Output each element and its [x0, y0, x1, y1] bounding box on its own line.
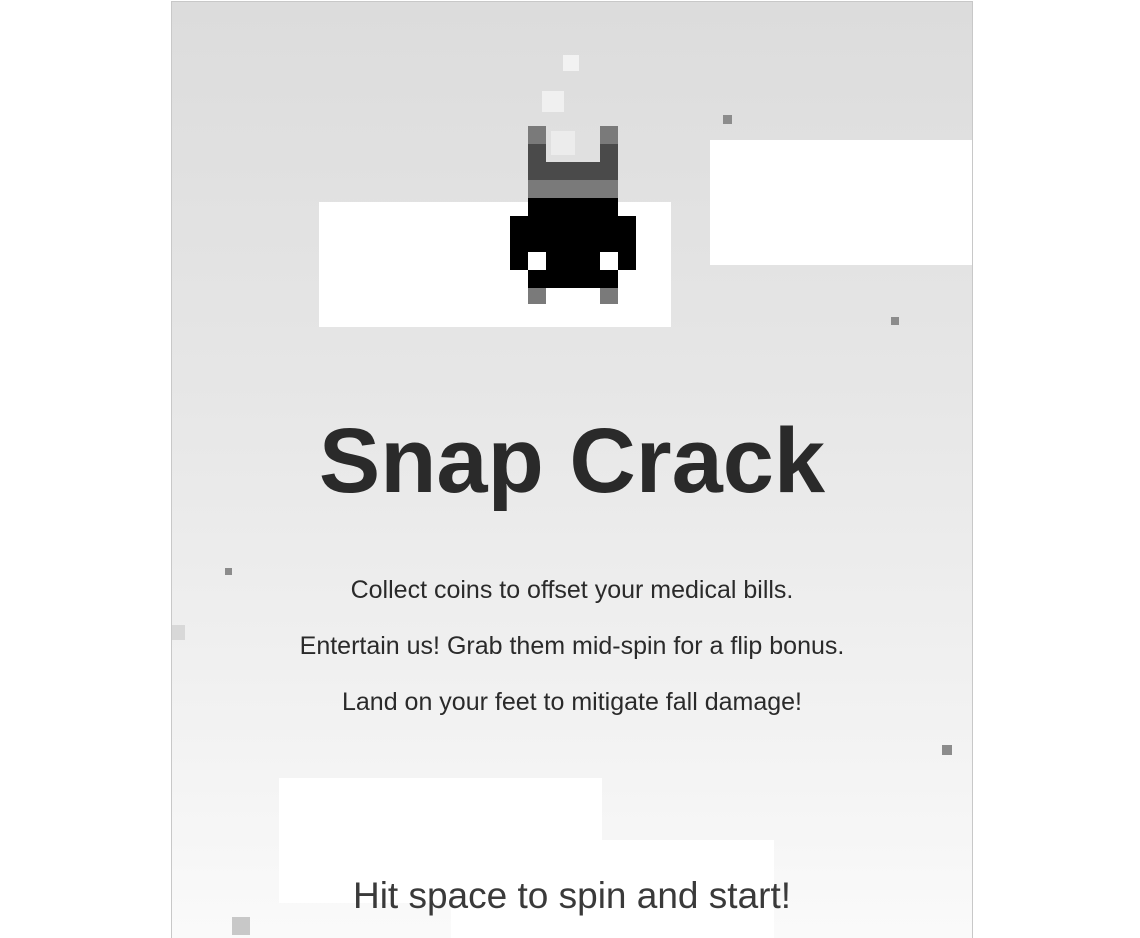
- particle: [563, 55, 579, 71]
- pixel-character-icon: [510, 125, 636, 305]
- particle: [942, 745, 952, 755]
- platform: [710, 140, 972, 265]
- particle: [232, 917, 250, 935]
- particle: [723, 115, 732, 124]
- particle: [542, 91, 564, 112]
- particle: [891, 317, 899, 325]
- game-title: Snap Crack: [318, 410, 826, 512]
- particle: [225, 568, 232, 575]
- instruction-line: Land on your feet to mitigate fall damag…: [341, 688, 802, 716]
- start-prompt: Hit space to spin and start!: [352, 875, 792, 916]
- instruction-line: Entertain us! Grab them mid-spin for a f…: [299, 632, 845, 660]
- instructions: Collect coins to offset your medical bil…: [172, 577, 972, 745]
- game-canvas[interactable]: Snap Crack Collect coins to offset your …: [171, 1, 973, 938]
- instruction-line: Collect coins to offset your medical bil…: [350, 576, 794, 604]
